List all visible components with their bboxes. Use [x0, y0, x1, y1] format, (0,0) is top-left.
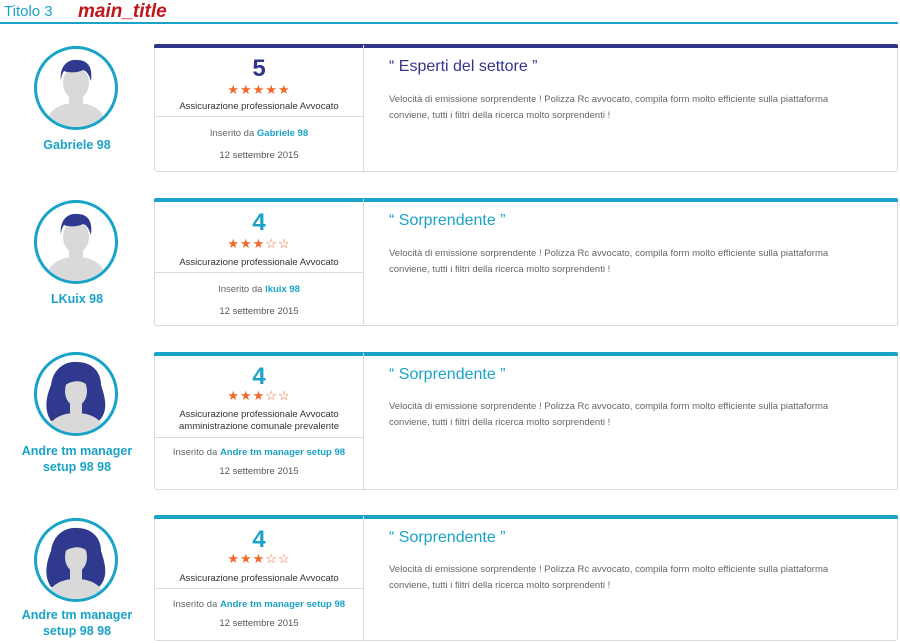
- review-item: Gabriele 98 5 ★★★★★ Assicurazione profes…: [0, 42, 900, 182]
- inserted-by-link[interactable]: Andre tm manager setup 98: [220, 447, 345, 458]
- review-item: LKuix 98 4 ★★★☆☆ Assicurazione professio…: [0, 196, 900, 336]
- review-text: Velocità di emissione sorprendente ! Pol…: [389, 94, 829, 121]
- author-name: Andre tm manager setup 98 98: [21, 608, 133, 638]
- review-card: 4 ★★★☆☆ Assicurazione professionale Avvo…: [154, 198, 898, 326]
- header-divider: [0, 22, 898, 24]
- divider: [155, 272, 363, 273]
- rating-score: 4: [252, 363, 266, 390]
- rating-column: 4 ★★★☆☆ Assicurazione professionale Avvo…: [155, 199, 364, 325]
- review-title: “ Sorprendente ”: [389, 366, 506, 383]
- inserted-by: Inserito da lkuix 98: [155, 284, 363, 295]
- author-name: LKuix 98: [50, 292, 104, 306]
- review-card: 5 ★★★★★ Assicurazione professionale Avvo…: [154, 44, 898, 172]
- star-rating: ★★★☆☆: [227, 236, 291, 251]
- product-name: Assicurazione professionale Avvocato: [179, 257, 339, 268]
- product-name: Assicurazione professionale Avvocato: [179, 573, 339, 584]
- review-date: 12 settembre 2015: [219, 466, 299, 477]
- rating-column: 5 ★★★★★ Assicurazione professionale Avvo…: [155, 45, 364, 171]
- inserted-label: Inserito da: [172, 599, 218, 610]
- divider: [155, 116, 363, 117]
- inserted-label: Inserito da: [209, 128, 255, 139]
- product-name: Assicurazione professionale Avvocato: [179, 101, 339, 112]
- inserted-by-link[interactable]: Gabriele 98: [257, 128, 308, 139]
- star-rating: ★★★★★: [227, 82, 291, 97]
- heading-label: Titolo 3: [4, 3, 53, 20]
- rating-column: 4 ★★★☆☆ Assicurazione professionale Avvo…: [155, 516, 364, 640]
- male-avatar-icon: [34, 200, 118, 284]
- inserted-label: Inserito da: [172, 447, 218, 458]
- review-date: 12 settembre 2015: [219, 306, 299, 317]
- inserted-by: Inserito da Gabriele 98: [155, 128, 363, 139]
- review-item: Andre tm manager setup 98 98 4 ★★★☆☆ Ass…: [0, 514, 900, 643]
- inserted-by-link[interactable]: Andre tm manager setup 98: [220, 599, 345, 610]
- review-title: “ Sorprendente ”: [389, 212, 506, 229]
- review-title: “ Sorprendente ”: [389, 529, 506, 546]
- review-item: Andre tm manager setup 98 98 4 ★★★☆☆ Ass…: [0, 350, 900, 500]
- review-card: 4 ★★★☆☆ Assicurazione professionale Avvo…: [154, 352, 898, 490]
- star-rating: ★★★☆☆: [227, 388, 291, 403]
- inserted-by: Inserito da Andre tm manager setup 98: [155, 447, 363, 458]
- star-rating: ★★★☆☆: [227, 551, 291, 566]
- rating-score: 4: [252, 526, 266, 553]
- review-text: Velocità di emissione sorprendente ! Pol…: [389, 248, 829, 275]
- product-name: Assicurazione professionale Avvocato amm…: [179, 409, 339, 432]
- author-name: Andre tm manager setup 98 98: [21, 444, 133, 474]
- page-header: Titolo 3 main_title: [0, 0, 900, 26]
- inserted-by: Inserito da Andre tm manager setup 98: [155, 599, 363, 610]
- review-card: 4 ★★★☆☆ Assicurazione professionale Avvo…: [154, 515, 898, 641]
- inserted-by-link[interactable]: lkuix 98: [265, 284, 300, 295]
- divider: [155, 437, 363, 438]
- divider: [155, 588, 363, 589]
- review-text: Velocità di emissione sorprendente ! Pol…: [389, 564, 829, 591]
- review-text: Velocità di emissione sorprendente ! Pol…: [389, 401, 829, 428]
- rating-score: 4: [252, 209, 266, 236]
- review-date: 12 settembre 2015: [219, 618, 299, 629]
- rating-column: 4 ★★★☆☆ Assicurazione professionale Avvo…: [155, 353, 364, 489]
- author-name: Gabriele 98: [43, 138, 111, 152]
- rating-score: 5: [252, 55, 266, 82]
- female-avatar-icon: [34, 518, 118, 602]
- main-title: main_title: [78, 1, 167, 22]
- inserted-label: Inserito da: [218, 284, 263, 295]
- female-avatar-icon: [34, 352, 118, 436]
- review-title: “ Esperti del settore ”: [389, 58, 538, 75]
- review-date: 12 settembre 2015: [219, 150, 299, 161]
- male-avatar-icon: [34, 46, 118, 130]
